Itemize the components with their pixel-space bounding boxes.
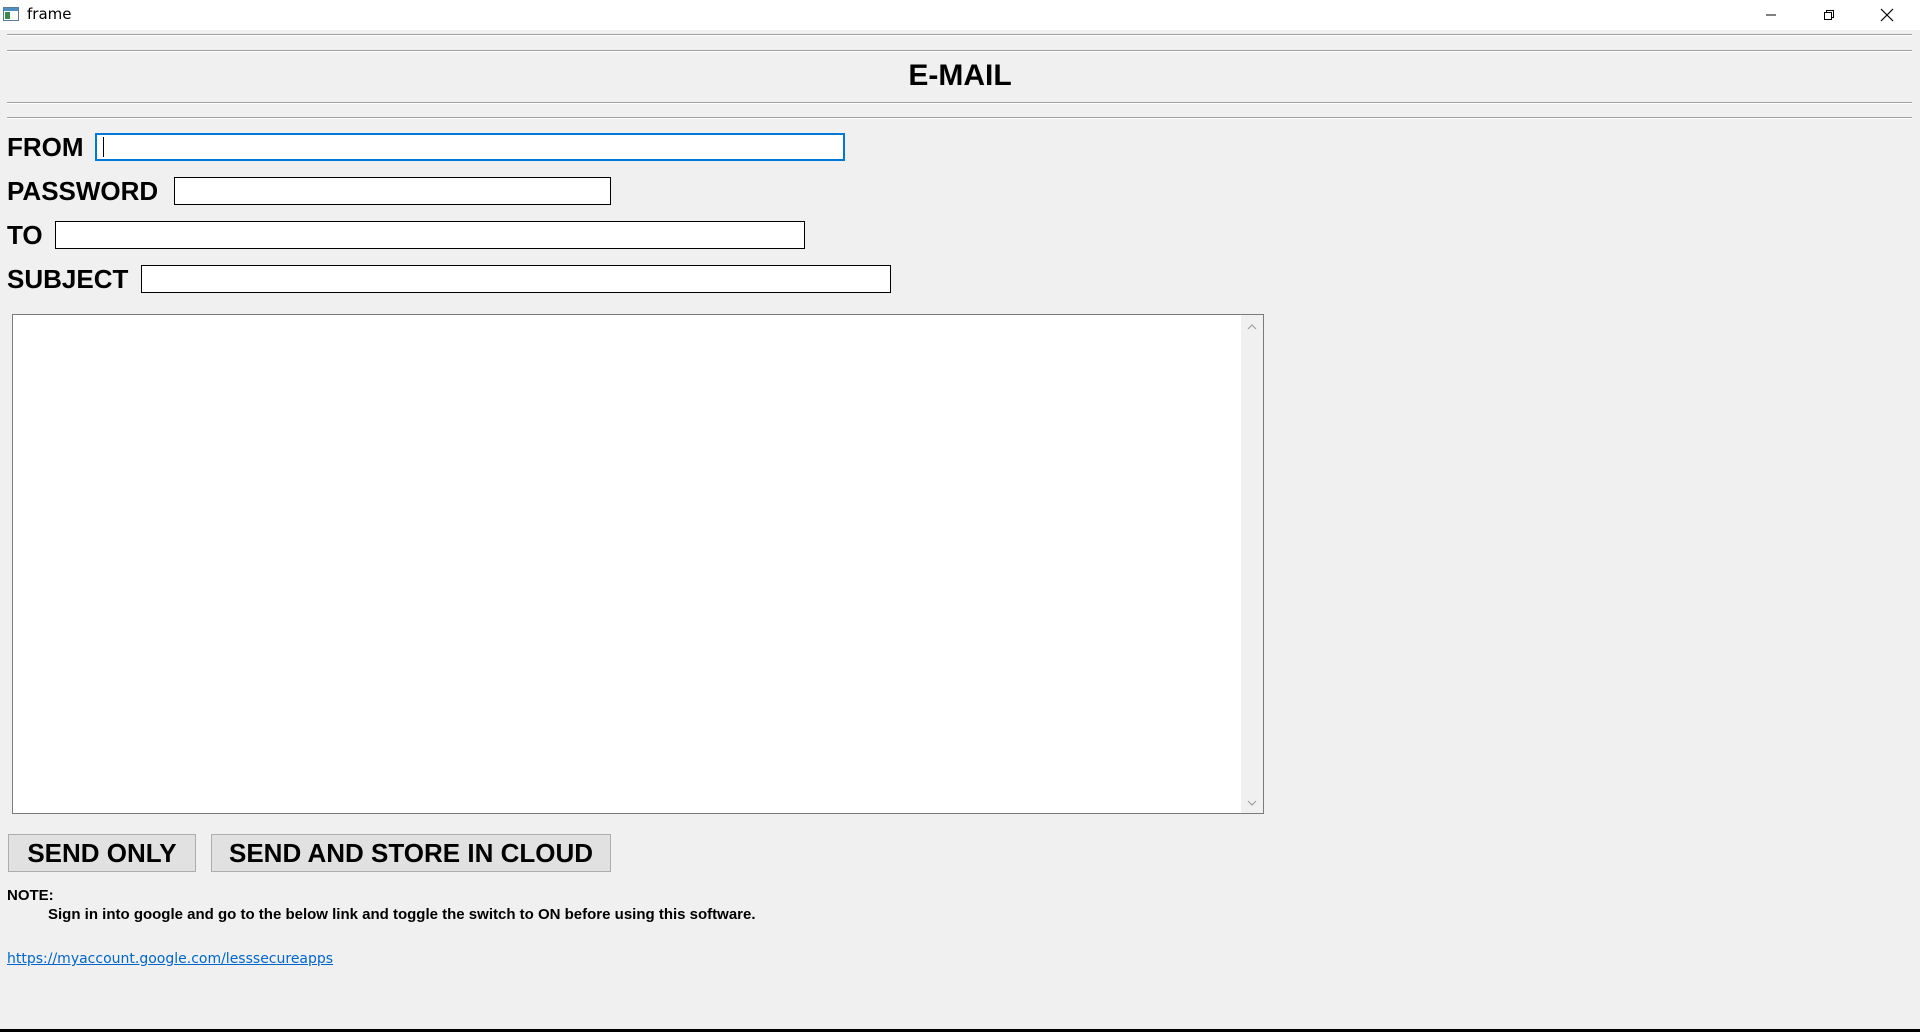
close-button[interactable] (1858, 0, 1916, 30)
to-label: TO (7, 220, 43, 250)
message-scrollbar[interactable] (1241, 315, 1263, 813)
scroll-down-button[interactable] (1241, 791, 1263, 813)
note-text: Sign in into google and go to the below … (48, 906, 756, 923)
message-body-input[interactable] (13, 315, 1241, 813)
separator-mid-1 (7, 102, 1912, 104)
scroll-up-button[interactable] (1241, 315, 1263, 337)
send-and-store-button[interactable]: SEND AND STORE IN CLOUD (211, 834, 611, 872)
to-input[interactable] (55, 221, 805, 249)
chevron-up-icon (1247, 317, 1257, 335)
password-label: PASSWORD (7, 176, 159, 206)
less-secure-apps-link[interactable]: https://myaccount.google.com/lesssecurea… (7, 951, 333, 967)
message-body-box (12, 314, 1264, 814)
page-title: E-MAIL (908, 59, 1012, 92)
from-input[interactable] (95, 133, 845, 161)
minimize-icon (1765, 9, 1777, 21)
minimize-button[interactable] (1742, 0, 1800, 30)
text-caret (103, 137, 104, 157)
send-only-button[interactable]: SEND ONLY (8, 834, 196, 872)
from-label: FROM (7, 132, 84, 162)
window-title: frame (27, 5, 72, 23)
subject-label: SUBJECT (7, 264, 129, 294)
separator-mid-2 (7, 117, 1912, 119)
close-icon (1880, 8, 1894, 22)
restore-button[interactable] (1800, 0, 1858, 30)
app-window: frame E-MAIL FROM PASSWORD TO SUBJECT SE… (0, 0, 1920, 1032)
restore-icon (1823, 9, 1835, 21)
title-bar[interactable]: frame (0, 0, 1920, 30)
app-window-icon (3, 6, 19, 22)
chevron-down-icon (1247, 793, 1257, 811)
separator-top-1 (7, 34, 1912, 36)
note-label: NOTE: (7, 887, 54, 904)
password-input[interactable] (174, 177, 611, 205)
separator-top-2 (7, 50, 1912, 52)
subject-input[interactable] (141, 265, 891, 293)
